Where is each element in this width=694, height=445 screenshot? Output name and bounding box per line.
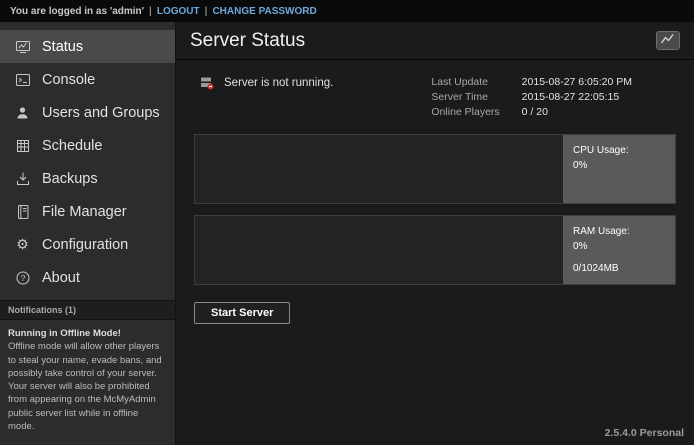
file-manager-icon (14, 204, 31, 220)
topbar: You are logged in as 'admin' | LOGOUT | … (0, 0, 694, 22)
main-header: Server Status (176, 22, 694, 60)
info-label: Last Update (431, 76, 499, 88)
change-password-link[interactable]: CHANGE PASSWORD (212, 6, 316, 17)
info-label: Server Time (431, 91, 499, 103)
ram-chart-plot-area (195, 216, 563, 284)
status-icon (14, 39, 31, 55)
sidebar-item-label: Users and Groups (42, 105, 160, 121)
online-players-value: 0 / 20 (522, 106, 632, 118)
status-content: Server is not running. Last Update 2015-… (176, 60, 694, 445)
sidebar-item-schedule[interactable]: Schedule (0, 129, 175, 162)
sidebar-item-label: Console (42, 72, 95, 88)
ram-usage-panel: RAM Usage: 0% 0/1024MB (563, 216, 675, 284)
separator: | (205, 6, 208, 17)
gear-icon: ⚙ (14, 236, 31, 253)
sidebar-item-label: Status (42, 39, 83, 55)
sidebar-item-label: About (42, 270, 80, 286)
server-info-table: Last Update 2015-08-27 6:05:20 PM Server… (431, 76, 632, 118)
console-icon (14, 72, 31, 88)
info-label: Online Players (431, 106, 499, 118)
main-panel: Server Status Server is not running. Las… (175, 22, 694, 445)
schedule-icon (14, 138, 31, 154)
sidebar-item-label: Backups (42, 171, 98, 187)
sidebar-item-label: File Manager (42, 204, 127, 220)
sidebar-item-about[interactable]: ? About (0, 261, 175, 294)
sidebar-item-file-manager[interactable]: File Manager (0, 195, 175, 228)
svg-text:?: ? (20, 273, 25, 283)
cpu-usage-value: 0% (573, 158, 665, 173)
version-label: 2.5.4.0 Personal (605, 427, 684, 439)
sidebar-item-label: Schedule (42, 138, 102, 154)
notification-title: Running in Offline Mode! (8, 327, 167, 340)
ram-usage-detail: 0/1024MB (573, 261, 665, 276)
last-update-value: 2015-08-27 6:05:20 PM (522, 76, 632, 88)
cpu-usage-chart: CPU Usage: 0% (194, 134, 676, 204)
cpu-chart-plot-area (195, 135, 563, 203)
help-icon: ? (14, 270, 31, 286)
separator: | (149, 6, 152, 17)
chart-settings-button[interactable] (656, 31, 680, 50)
sidebar-item-configuration[interactable]: ⚙ Configuration (0, 228, 175, 261)
status-row: Server is not running. Last Update 2015-… (194, 74, 676, 118)
logged-in-text: You are logged in as 'admin' (10, 6, 144, 17)
app-layout: Status Console Users and Groups Schedule (0, 22, 694, 445)
sidebar-item-backups[interactable]: Backups (0, 162, 175, 195)
ram-usage-value: 0% (573, 239, 665, 254)
server-state: Server is not running. (198, 76, 333, 90)
server-time-value: 2015-08-27 22:05:15 (522, 91, 632, 103)
cpu-usage-panel: CPU Usage: 0% (563, 135, 675, 203)
logout-link[interactable]: LOGOUT (157, 6, 200, 17)
chart-icon (660, 32, 676, 50)
sidebar-item-status[interactable]: Status (0, 30, 175, 63)
sidebar: Status Console Users and Groups Schedule (0, 22, 175, 445)
ram-usage-label: RAM Usage: (573, 224, 665, 239)
sidebar-item-users-and-groups[interactable]: Users and Groups (0, 96, 175, 129)
cpu-usage-label: CPU Usage: (573, 143, 665, 158)
sidebar-item-label: Configuration (42, 237, 128, 253)
sidebar-item-console[interactable]: Console (0, 63, 175, 96)
server-stopped-icon (198, 76, 215, 90)
notifications-panel: Notifications (1) Running in Offline Mod… (0, 300, 175, 440)
backups-icon (14, 171, 31, 187)
ram-usage-chart: RAM Usage: 0% 0/1024MB (194, 215, 676, 285)
start-server-button[interactable]: Start Server (194, 302, 290, 324)
notification-item: Running in Offline Mode! Offline mode wi… (0, 320, 175, 440)
users-icon (14, 105, 31, 121)
notification-body-text: Offline mode will allow other players to… (8, 341, 162, 432)
server-status-message: Server is not running. (224, 77, 333, 89)
page-title: Server Status (190, 30, 305, 52)
notifications-header: Notifications (1) (0, 300, 175, 320)
